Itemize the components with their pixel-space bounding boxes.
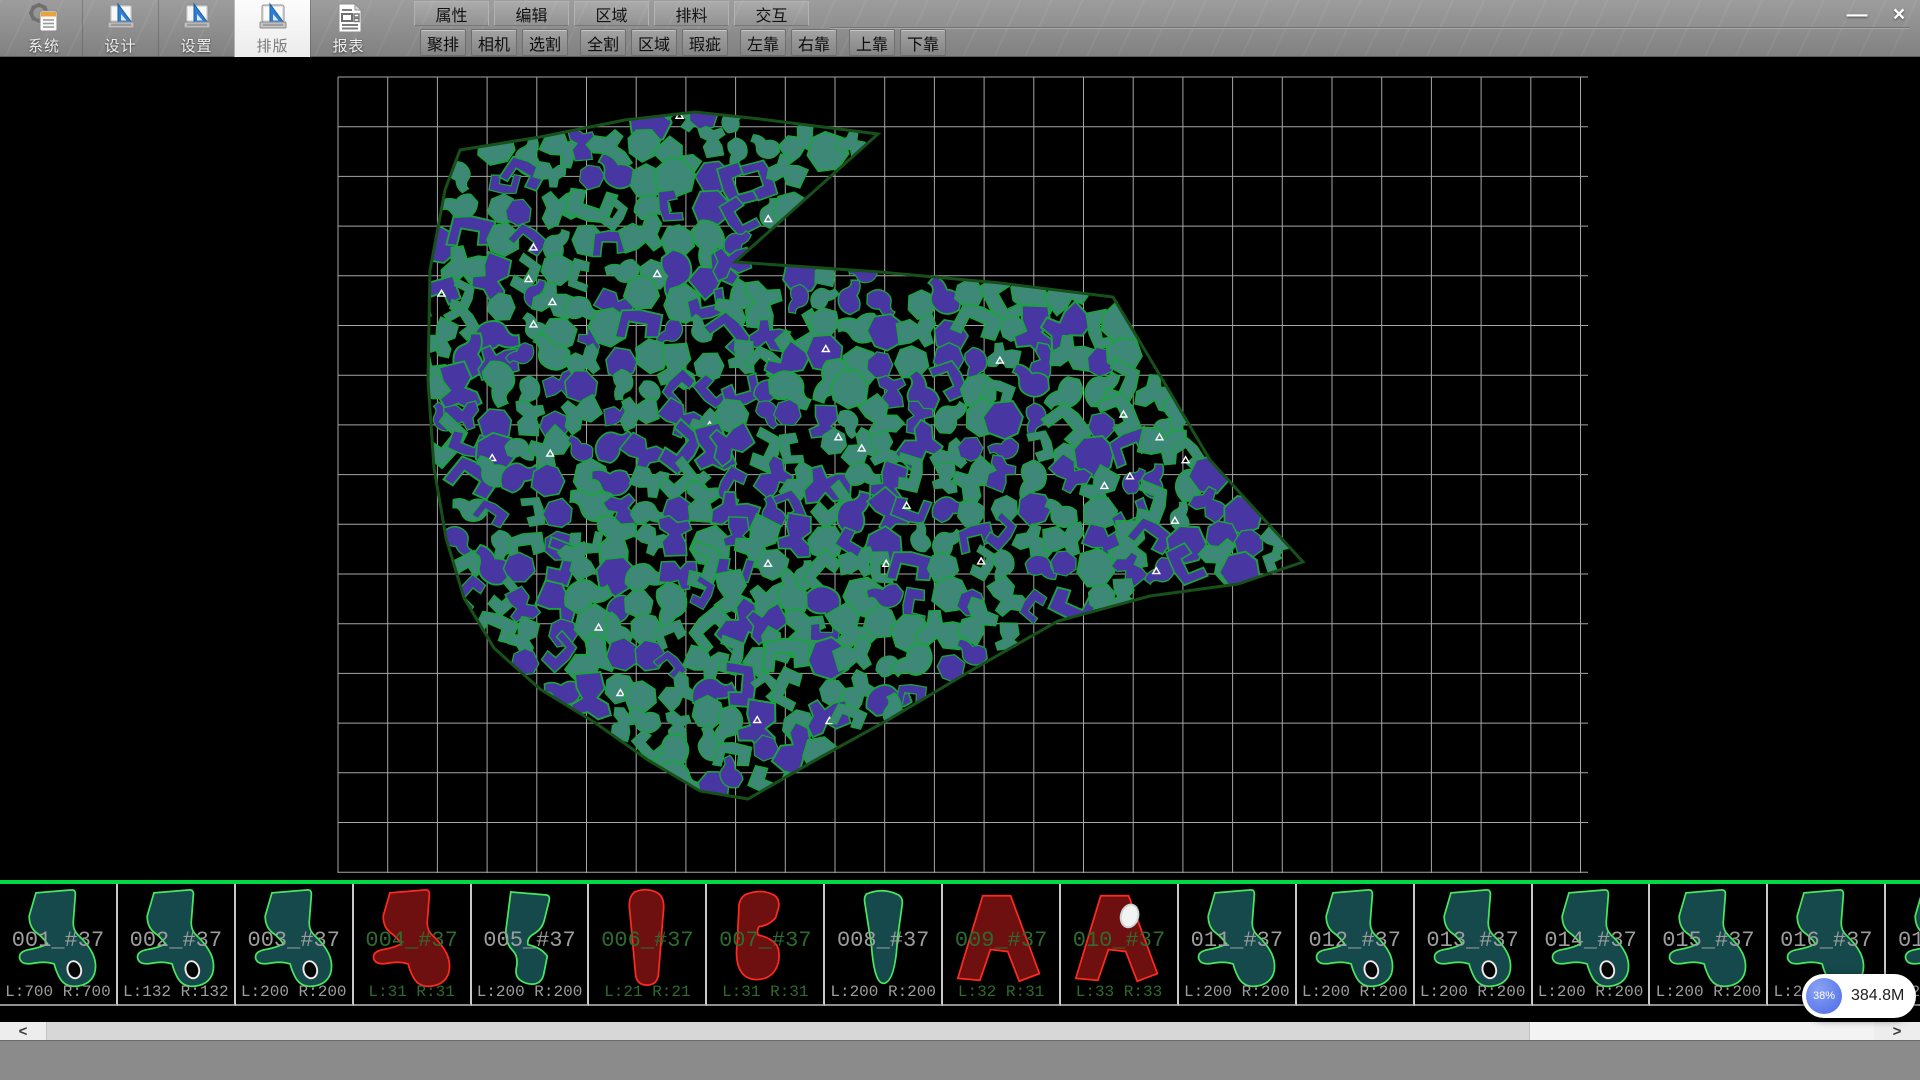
thumb-shape: [1906, 890, 1920, 986]
tab-properties[interactable]: 属性: [414, 1, 489, 26]
toolbar-button-label: 设计: [104, 35, 136, 56]
scroll-thumb[interactable]: [46, 1022, 1530, 1040]
titlebar: 系统 设计: [0, 0, 1920, 57]
tool-align-left[interactable]: 左靠: [740, 29, 786, 56]
tab-region[interactable]: 区域: [574, 1, 649, 26]
piece-thumbnail-svg: [1543, 886, 1639, 992]
toolbar-button-system[interactable]: 系统: [6, 0, 82, 57]
tool-button-bar: 聚排 相机 选割 全割 区域 瑕疵 左靠 右靠 上靠 下靠: [420, 29, 951, 56]
thumb-shape: [1076, 896, 1158, 981]
toolbar-button-report[interactable]: 报表: [310, 0, 386, 57]
tool-cluster-nest[interactable]: 聚排: [420, 29, 466, 56]
toolbar-button-design[interactable]: 设计: [82, 0, 158, 57]
thumbnail-cell[interactable]: 007_#37 L:31 R:31: [707, 884, 825, 1006]
thumbnail-cell[interactable]: 013_#37 L:200 R:200: [1415, 884, 1533, 1006]
main-toolbar: 系统 设计: [6, 0, 386, 57]
nest-canvas-svg[interactable]: [0, 57, 1920, 880]
tool-region[interactable]: 区域: [631, 29, 677, 56]
tool-select-cut[interactable]: 选割: [522, 29, 568, 56]
app-window: 系统 设计: [0, 0, 1920, 1080]
thumb-shape: [137, 890, 213, 986]
tool-camera[interactable]: 相机: [471, 29, 517, 56]
scroll-right-button[interactable]: >: [1874, 1022, 1920, 1040]
piece-thumbnail-svg: [1307, 886, 1403, 992]
minimize-button[interactable]: —: [1842, 3, 1872, 27]
thumbnail-cell[interactable]: 006_#37 L:21 R:21: [589, 884, 707, 1006]
thumb-shape: [958, 896, 1040, 981]
thumbnail-cell[interactable]: 012_#37 L:200 R:200: [1297, 884, 1415, 1006]
toolbar-groove: [830, 27, 1910, 29]
piece-thumbnail-svg: [599, 886, 695, 992]
thumb-shape: [373, 890, 449, 986]
thumb-shape: [255, 890, 331, 986]
thumb-shape: [1434, 890, 1510, 986]
piece-thumbnail-svg: [1425, 886, 1521, 992]
progress-circle: 38%: [1806, 978, 1842, 1014]
status-bar: [0, 1040, 1920, 1080]
thumbnail-cell[interactable]: 001_#37 L:700 R:700: [0, 884, 118, 1006]
thumbnail-cell[interactable]: 003_#37 L:200 R:200: [236, 884, 354, 1006]
piece-thumbnail-svg: [717, 886, 813, 992]
thumb-shape: [737, 891, 780, 979]
thumb-shape: [505, 892, 548, 984]
tab-nesting[interactable]: 排料: [654, 1, 729, 26]
report-document-icon: [333, 2, 365, 34]
tool-align-top[interactable]: 上靠: [849, 29, 895, 56]
settings-laptop-icon: [181, 2, 213, 34]
tool-align-bottom[interactable]: 下靠: [900, 29, 946, 56]
thumbnail-cell[interactable]: 010_#37 L:33 R:33: [1061, 884, 1179, 1006]
thumbnail-cell[interactable]: 014_#37 L:200 R:200: [1533, 884, 1651, 1006]
piece-thumbnail-svg: [1189, 886, 1285, 992]
progress-percent: 38%: [1813, 990, 1835, 1002]
toolbar-button-nesting[interactable]: 排版: [234, 0, 310, 57]
thumbnail-cell[interactable]: 002_#37 L:132 R:132: [118, 884, 236, 1006]
thumb-shape: [630, 890, 664, 985]
tool-defect[interactable]: 瑕疵: [682, 29, 728, 56]
toolbar-button-label: 排版: [256, 35, 288, 56]
tab-interact[interactable]: 交互: [734, 1, 809, 26]
thumb-shape: [865, 891, 903, 984]
thumb-shape: [1552, 890, 1628, 986]
thumb-shape: [1788, 890, 1864, 986]
piece-thumbnail-svg: [953, 886, 1049, 992]
piece-thumbnail-svg: [10, 886, 106, 992]
thumb-shape: [1198, 890, 1274, 986]
design-laptop-icon: [105, 2, 137, 34]
thumb-shape: [1316, 890, 1392, 986]
toolbar-button-label: 报表: [332, 35, 364, 56]
menu-tab-bar: 属性 编辑 区域 排料 交互: [414, 1, 814, 26]
scroll-left-button[interactable]: <: [0, 1022, 46, 1040]
thumb-shape: [19, 890, 95, 986]
close-button[interactable]: ×: [1884, 3, 1914, 27]
nested-pieces: [406, 97, 1297, 805]
thumb-shape: [1670, 890, 1746, 986]
thumbnail-strip: 001_#37 L:700 R:700 002_#37 L:132 R:132 …: [0, 884, 1920, 1022]
thumbnail-cell[interactable]: 004_#37 L:31 R:31: [354, 884, 472, 1006]
nesting-laptop-icon: [257, 2, 289, 34]
thumbnail-cell[interactable]: 008_#37 L:200 R:200: [825, 884, 943, 1006]
piece-thumbnail-svg: [1071, 886, 1167, 992]
tool-cut-all[interactable]: 全割: [580, 29, 626, 56]
horizontal-scrollbar[interactable]: < >: [0, 1022, 1920, 1040]
piece-thumbnail-svg: [364, 886, 460, 992]
window-controls: — ×: [1842, 3, 1914, 27]
piece-thumbnail-svg: [128, 886, 224, 992]
memory-usage: 384.8M: [1851, 987, 1904, 1005]
toolbar-button-label: 系统: [28, 35, 60, 56]
piece-thumbnail-svg: [1660, 886, 1756, 992]
nesting-canvas[interactable]: [0, 57, 1920, 880]
thumbnail-cell[interactable]: 005_#37 L:200 R:200: [472, 884, 590, 1006]
status-badge: 38% 384.8M: [1802, 974, 1916, 1018]
system-gear-icon: [28, 2, 60, 34]
piece-thumbnail-svg: [482, 886, 578, 992]
thumbnail-cell[interactable]: 009_#37 L:32 R:31: [943, 884, 1061, 1006]
toolbar-button-label: 设置: [180, 35, 212, 56]
piece-thumbnail-svg: [835, 886, 931, 992]
toolbar-button-settings[interactable]: 设置: [158, 0, 234, 57]
tab-edit[interactable]: 编辑: [494, 1, 569, 26]
thumbnail-cell[interactable]: 015_#37 L:200 R:200: [1650, 884, 1768, 1006]
thumbnail-cell[interactable]: 011_#37 L:200 R:200: [1179, 884, 1297, 1006]
piece-thumbnail-svg: [246, 886, 342, 992]
tool-align-right[interactable]: 右靠: [791, 29, 837, 56]
